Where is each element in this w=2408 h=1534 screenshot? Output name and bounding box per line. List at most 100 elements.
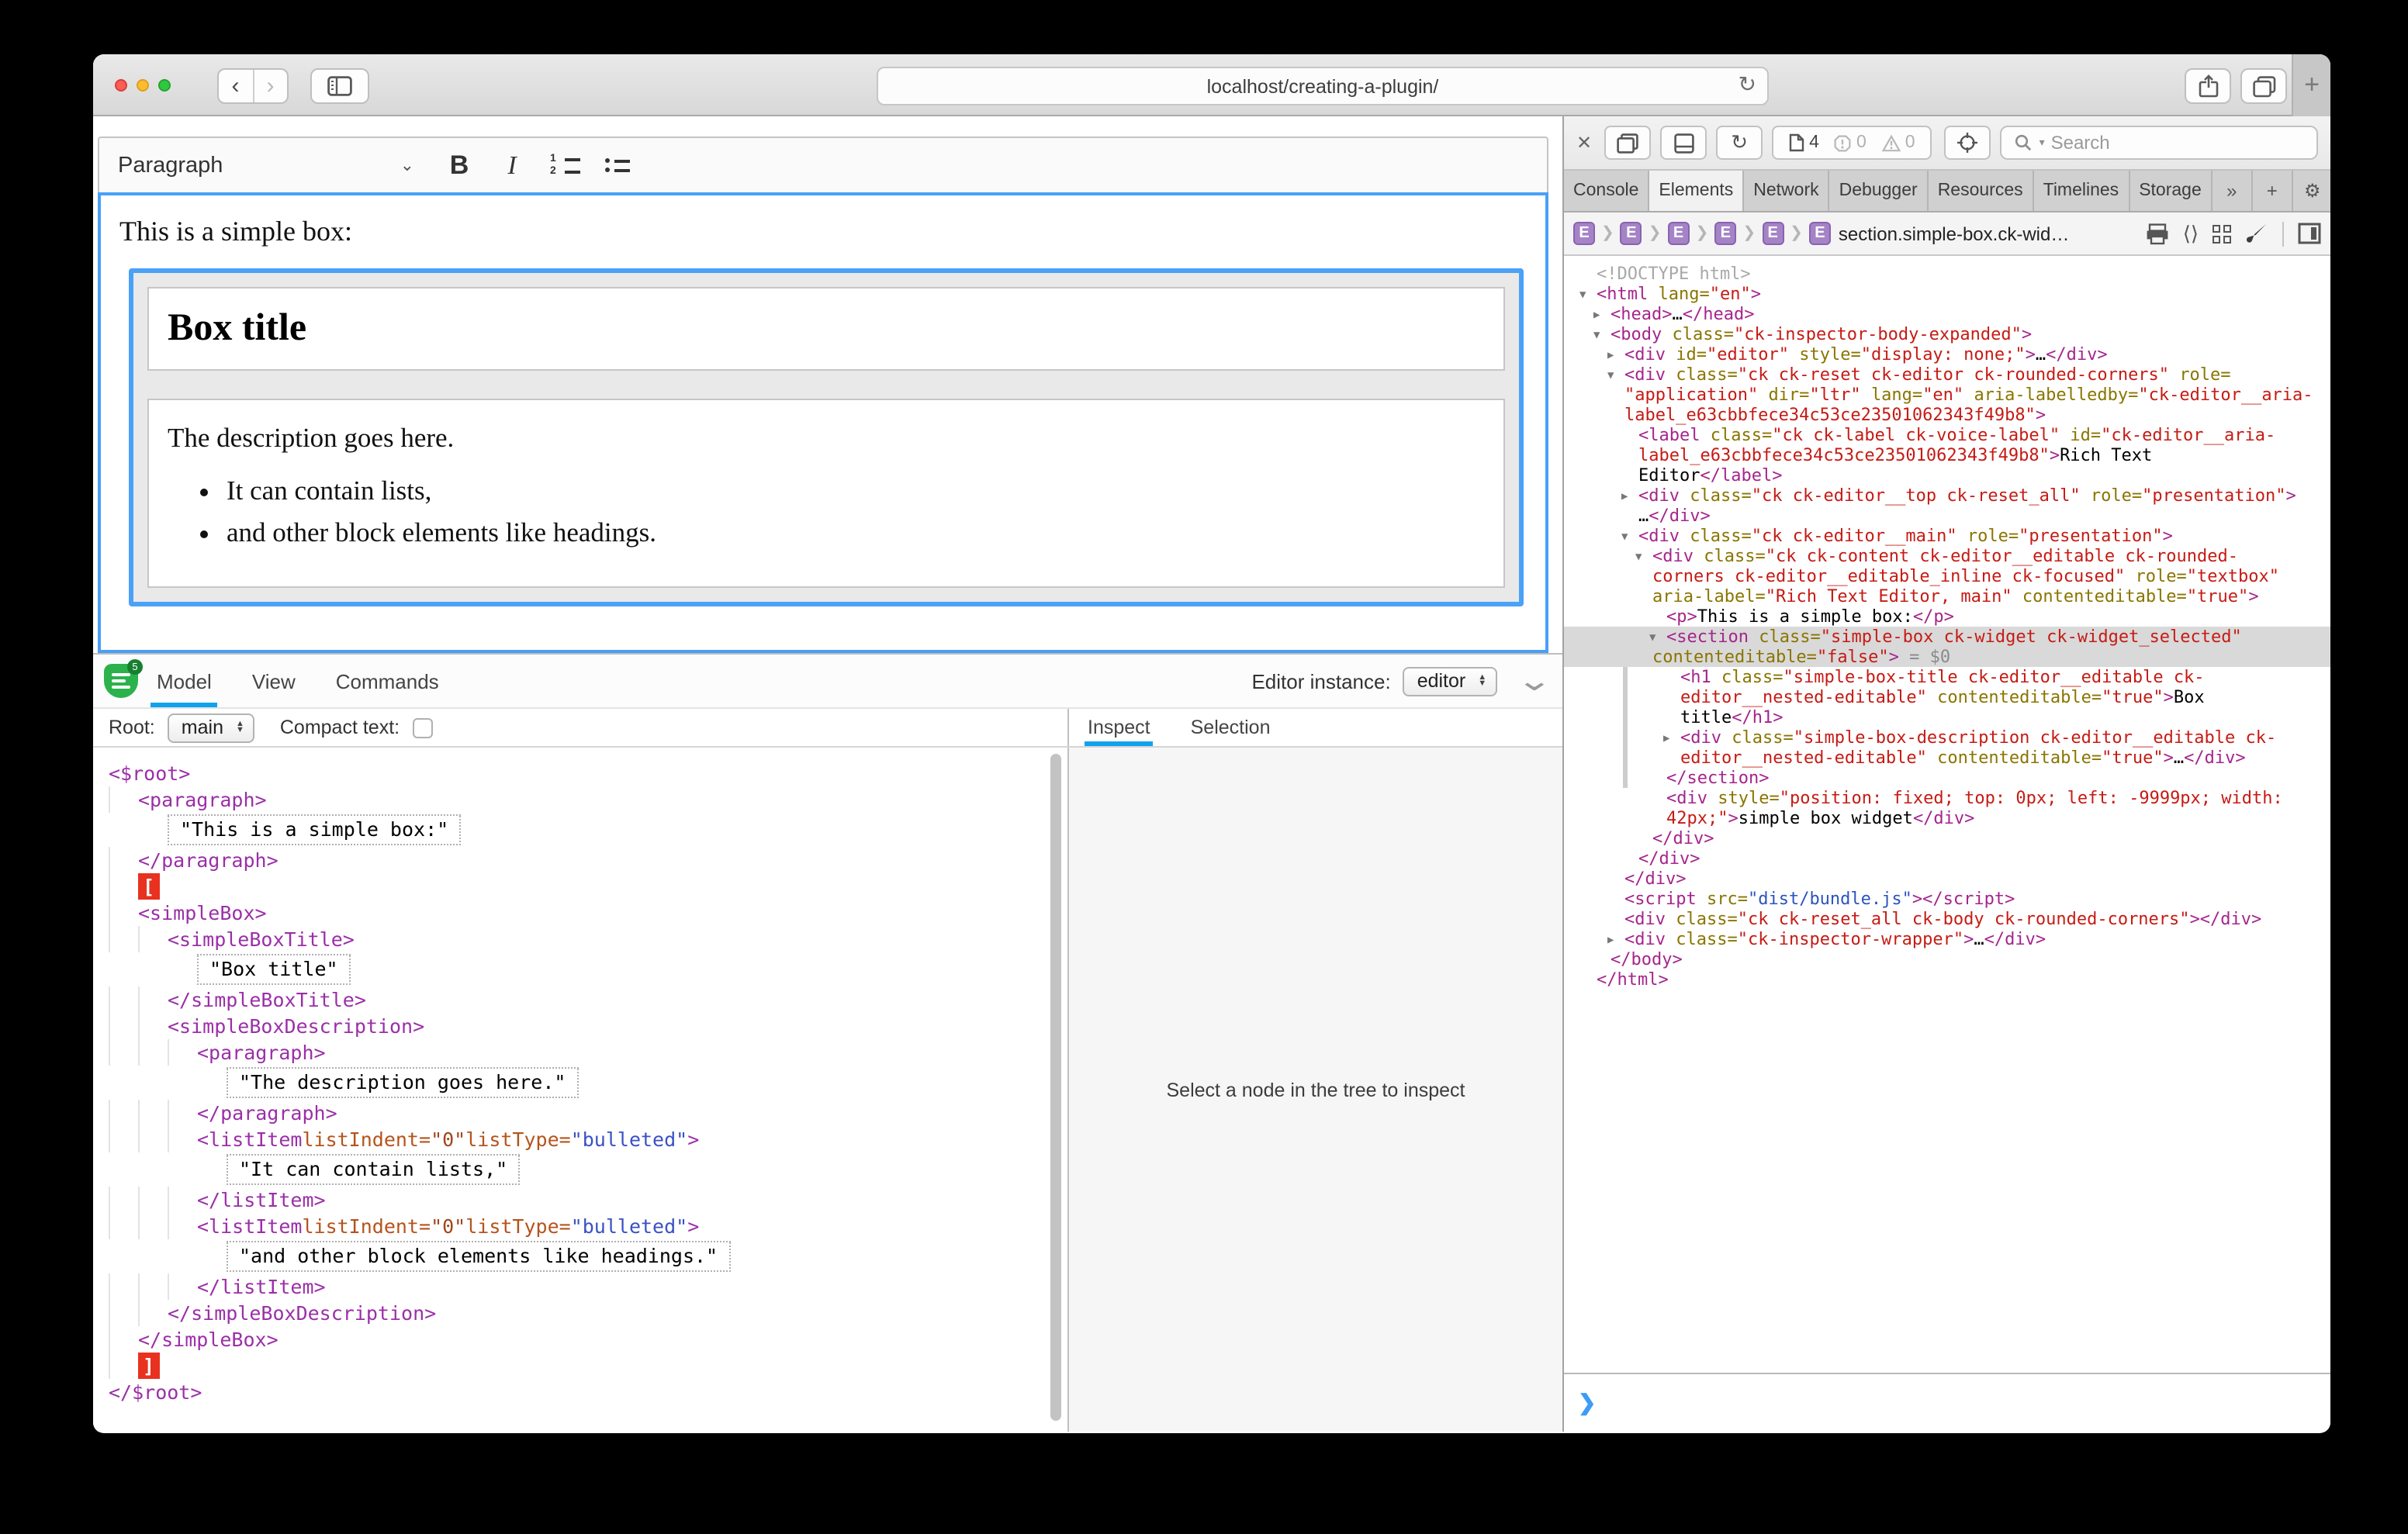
dom-tree-line[interactable]: ▶<div id="editor" style="display: none;"… [1564,344,2330,364]
disclosure-open-icon[interactable]: ▼ [1649,628,1656,648]
dom-tree-line[interactable]: ▼<html lang="en"> [1564,284,2330,304]
dom-tree-line[interactable]: label_e63cbbfece34c53ce23501062343f49b8"… [1564,445,2330,465]
minimize-window-button[interactable] [137,79,149,92]
disclosure-open-icon[interactable]: ▼ [1635,548,1642,568]
intro-paragraph[interactable]: This is a simple box: [119,216,1527,248]
editor-instance-select[interactable]: editor ▲▼ [1403,666,1497,696]
bold-button[interactable]: B [434,143,484,187]
dom-tree-line[interactable]: <div style="position: fixed; top: 0px; l… [1564,788,2330,808]
dom-tree-line[interactable]: ▼<div class="ck ck-content ck-editor__ed… [1564,546,2330,566]
disclosure-open-icon[interactable]: ▼ [1593,326,1600,346]
element-badge[interactable]: E [1809,222,1831,245]
model-tree-node[interactable]: </listItem> [109,1273,1067,1300]
zoom-window-button[interactable] [158,79,171,92]
model-tree-node[interactable]: </simpleBoxTitle> [109,986,1067,1013]
reload-icon[interactable]: ↻ [1739,71,1756,98]
responsive-design-icon[interactable] [2298,222,2321,245]
dom-tree-line[interactable]: <h1 class="simple-box-title ck-editor__e… [1564,667,2330,687]
text-node[interactable]: "and other block elements like headings.… [227,1241,730,1272]
dom-tree-line[interactable]: corners ck-editor__editable_inline ck-fo… [1564,566,2330,586]
model-tree-node[interactable]: "It can contain lists," [109,1152,1067,1187]
dom-tree-line[interactable]: </body> [1564,949,2330,969]
new-tab-button[interactable]: + [2292,54,2330,116]
dom-tree-line[interactable]: <!DOCTYPE html> [1564,264,2330,284]
dom-tree-line[interactable]: <script src="dist/bundle.js"></script> [1564,889,2330,909]
heading-dropdown[interactable]: Paragraph ⌄ [99,138,433,192]
dom-tree-line[interactable]: <div class="ck ck-reset_all ck-body ck-r… [1564,909,2330,929]
close-window-button[interactable] [115,79,127,92]
devtools-tab-network[interactable]: Network [1744,171,1829,211]
devtools-tab-elements[interactable]: Elements [1649,171,1744,211]
model-tree-node[interactable]: <simpleBoxDescription> [109,1013,1067,1039]
model-tree-node[interactable]: </paragraph> [109,1100,1067,1126]
numbered-list-button[interactable]: 1 2 [540,143,590,187]
disclosure-closed-icon[interactable]: ▶ [1663,729,1669,749]
devtools-search-field[interactable]: ▾ Search [2001,126,2318,160]
disclosure-closed-icon[interactable]: ▶ [1621,487,1628,507]
dom-tree-line[interactable]: aria-label="Rich Text Editor, main" cont… [1564,586,2330,606]
dom-tree-line[interactable]: ▼<div class="ck ck-reset ck-editor ck-ro… [1564,364,2330,385]
disclosure-closed-icon[interactable]: ▶ [1607,931,1614,951]
element-picker-button[interactable] [1945,126,1991,160]
close-devtools-button[interactable]: ✕ [1576,132,1592,154]
dom-tree-line[interactable]: editor__nested-editable" contenteditable… [1564,748,2330,768]
resource-status-group[interactable]: 4 0 0 [1772,126,1932,160]
dom-tree-line[interactable]: …</div> [1564,506,2330,526]
element-badge[interactable]: E [1668,222,1690,245]
tab-view[interactable]: View [252,655,296,707]
address-bar[interactable]: localhost/creating-a-plugin/ ↻ [877,67,1769,105]
paint-flashing-icon[interactable] [2245,222,2268,245]
description-paragraph[interactable]: The description goes here. [168,422,1485,454]
dom-tree-line[interactable]: title</h1> [1564,707,2330,727]
reload-page-button[interactable]: ↻ [1716,126,1763,160]
disclosure-open-icon[interactable]: ▼ [1607,366,1614,386]
forward-button[interactable]: › [254,70,287,102]
dom-tree-line[interactable]: "application" dir="ltr" lang="en" aria-l… [1564,385,2330,405]
collapse-inspector-icon[interactable]: ⌄ [1516,663,1553,699]
tab-selection[interactable]: Selection [1188,709,1274,746]
show-tabs-button[interactable] [2240,68,2287,104]
new-tab-icon[interactable]: + [2253,171,2293,211]
element-badge[interactable]: E [1573,222,1595,245]
list-item[interactable]: It can contain lists, [227,475,1485,507]
dom-tree-line[interactable]: ▶<div class="ck-inspector-wrapper">…</di… [1564,929,2330,949]
share-button[interactable] [2185,68,2231,104]
console-prompt[interactable]: ❯ [1564,1373,2330,1432]
bulleted-list-button[interactable] [593,143,642,187]
dom-tree-line[interactable]: </div> [1564,828,2330,848]
disclosure-closed-icon[interactable]: ▶ [1593,306,1600,326]
devtools-tab-resources[interactable]: Resources [1929,171,2034,211]
element-badge[interactable]: E [1714,222,1736,245]
dom-tree-line[interactable]: ▶<head>…</head> [1564,304,2330,324]
disclosure-closed-icon[interactable]: ▶ [1607,346,1614,366]
dom-tree-line[interactable]: ▼<section class="simple-box ck-widget ck… [1564,627,2330,647]
editor-editable-area[interactable]: This is a simple box: Box title The desc… [98,192,1548,653]
dom-tree-line[interactable]: editor__nested-editable" contenteditable… [1564,687,2330,707]
dom-tree-line[interactable]: ▶<div class="simple-box-description ck-e… [1564,727,2330,748]
disclosure-open-icon[interactable]: ▼ [1579,285,1586,306]
dom-tree-line[interactable]: label_e63cbbfece34c53ce23501062343f49b8"… [1564,405,2330,425]
simple-box-description[interactable]: The description goes here. It can contai… [147,399,1505,588]
simple-box-widget[interactable]: Box title The description goes here. It … [129,268,1524,606]
text-node[interactable]: "The description goes here." [227,1067,578,1098]
disclosure-open-icon[interactable]: ▼ [1621,527,1628,548]
dom-tree-line[interactable]: </section> [1564,768,2330,788]
grid-overlay-icon[interactable] [2213,224,2231,243]
element-badge[interactable]: E [1621,222,1642,245]
simple-box-title[interactable]: Box title [147,287,1505,371]
list-item[interactable]: and other block elements like headings. [227,517,1485,549]
model-tree-node[interactable]: <listItem listIndent="0" listType="bulle… [109,1213,1067,1239]
model-tree-node[interactable]: <paragraph> [109,1039,1067,1066]
dom-tree-line[interactable]: Editor</label> [1564,465,2330,485]
model-tree-node[interactable]: <listItem listIndent="0" listType="bulle… [109,1126,1067,1152]
dom-tree-line[interactable]: </div> [1564,869,2330,889]
text-node[interactable]: "It can contain lists," [227,1154,520,1185]
dom-tree-line[interactable]: ▶<div class="ck ck-editor__top ck-reset_… [1564,485,2330,506]
model-tree-node[interactable]: </$root> [109,1379,1067,1405]
element-badge[interactable]: E [1762,222,1784,245]
model-tree-node[interactable]: <simpleBoxTitle> [109,926,1067,952]
text-node[interactable]: "This is a simple box:" [168,814,461,845]
back-button[interactable]: ‹ [219,70,254,102]
tab-inspect[interactable]: Inspect [1085,709,1154,746]
dock-side-button[interactable] [1604,126,1651,160]
